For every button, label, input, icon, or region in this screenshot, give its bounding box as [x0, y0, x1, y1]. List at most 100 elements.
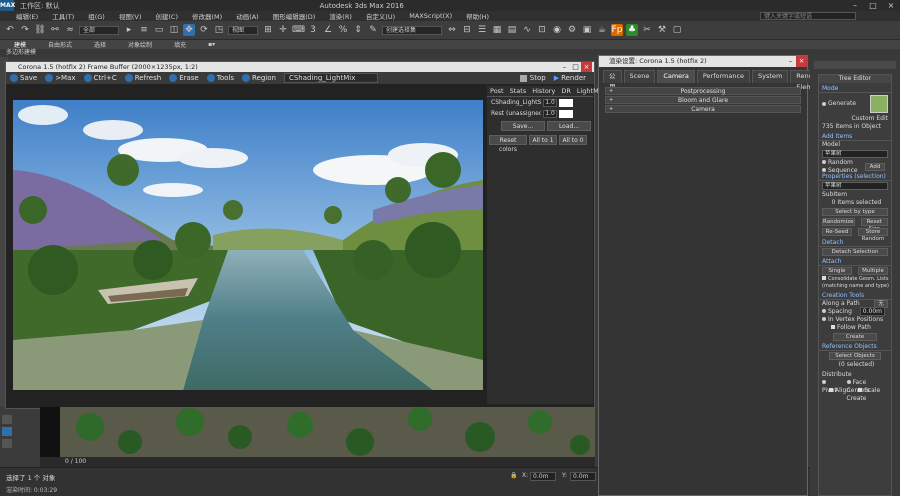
tab-performance[interactable]: Performance [696, 70, 751, 83]
scale-checkbox[interactable]: Scale [858, 387, 880, 395]
select-move-icon[interactable]: ✥ [183, 24, 195, 36]
tab-modeling[interactable]: 建模 [14, 40, 26, 49]
scene-explorer-icon[interactable]: ▦ [491, 24, 503, 36]
render-production-icon[interactable]: ☕ [596, 24, 608, 36]
randomize-button[interactable]: Randomize [822, 218, 855, 226]
align-checkbox[interactable]: Align [829, 387, 850, 395]
bottom-viewport-strip[interactable] [40, 407, 595, 457]
add-items-section[interactable]: Add Items [819, 133, 891, 141]
menu-help[interactable]: 帮助(H) [466, 11, 489, 21]
y-coordinate-input[interactable]: 0.0m [570, 472, 596, 481]
lightmix-intensity-input[interactable]: 1.0 [543, 98, 557, 107]
model-dropdown[interactable]: 苹果树 [822, 150, 888, 158]
tab-freeform[interactable]: 自由形式 [48, 40, 72, 49]
tab-history[interactable]: History [529, 86, 558, 96]
tab-post[interactable]: Post [487, 86, 507, 96]
menu-edit[interactable]: 编辑(E) [16, 11, 38, 21]
single-button[interactable]: Single [822, 267, 852, 275]
vfb-tools-button[interactable]: Tools [206, 74, 234, 82]
properties-section[interactable]: Properties (selection) [819, 173, 891, 181]
tab-selection[interactable]: 选择 [94, 40, 106, 49]
vfb-copy-button[interactable]: Ctrl+C [83, 74, 117, 82]
keyboard-shortcut-icon[interactable]: ⌨ [292, 24, 305, 36]
menu-animation[interactable]: 动画(A) [236, 11, 259, 21]
reference-objects-section[interactable]: Reference Objects [819, 343, 891, 351]
lock-icon[interactable]: 🔒 [510, 472, 517, 479]
rollout-bloom-glare[interactable]: + Bloom and Glare [605, 96, 801, 104]
vfb-render-button[interactable]: ▶ Render [554, 74, 586, 82]
menu-tools[interactable]: 工具(T) [52, 11, 74, 21]
render-pipe-icon[interactable]: ⚒ [656, 24, 668, 36]
tab-camera[interactable]: Camera [657, 70, 695, 83]
layer-manager-icon[interactable]: ☰ [476, 24, 488, 36]
rest-color-swatch[interactable] [559, 109, 573, 118]
vfb-refresh-button[interactable]: Refresh [124, 74, 161, 82]
redo-icon[interactable]: ↷ [19, 24, 31, 36]
reseed-button[interactable]: Re-Seed [822, 228, 852, 236]
graphite-icon[interactable]: ▤ [506, 24, 518, 36]
consolidate-checkbox[interactable]: Consolidate Geom. Lists (matching name a… [819, 276, 891, 290]
vfb-close-icon[interactable]: × [581, 62, 592, 72]
select-by-type-button[interactable]: Select by type [822, 208, 888, 216]
max-logo-icon[interactable]: MAX [0, 0, 15, 11]
spacing-radio[interactable] [822, 309, 826, 313]
lightmix-save-button[interactable]: Save... [501, 121, 545, 131]
add-button[interactable]: Add [865, 163, 885, 171]
rest-intensity-input[interactable]: 1.0 [543, 109, 557, 118]
properties-name-field[interactable]: 苹果树 [822, 182, 888, 190]
listener-icon[interactable] [2, 427, 12, 436]
reset-size-button[interactable]: Reset Size [860, 218, 888, 232]
rollout-camera[interactable]: + Camera [605, 105, 801, 113]
attach-section[interactable]: Attach [819, 258, 891, 266]
angle-snap-icon[interactable]: ∠ [322, 24, 334, 36]
material-editor-icon[interactable]: ◉ [551, 24, 563, 36]
viewport-layout-icon[interactable] [2, 439, 12, 448]
percent-snap-icon[interactable]: % [337, 24, 349, 36]
vfb-maximize-icon[interactable]: □ [570, 62, 581, 72]
maxscript-icon[interactable] [2, 415, 12, 424]
close-icon[interactable]: × [882, 0, 900, 11]
menu-create[interactable]: 创建(C) [155, 11, 178, 21]
selection-filter-dropdown[interactable]: 全部 [79, 25, 119, 35]
panel-icon[interactable]: ▢ [671, 24, 683, 36]
select-scale-icon[interactable]: ◳ [213, 24, 225, 36]
rollout-postprocessing[interactable]: + Postprocessing [605, 87, 801, 95]
vfb-erase-button[interactable]: Erase [169, 74, 199, 82]
curve-editor-icon[interactable]: ∿ [521, 24, 533, 36]
vfb-save-button[interactable]: Save [10, 74, 37, 82]
select-rotate-icon[interactable]: ⟳ [198, 24, 210, 36]
align-icon[interactable]: ⊟ [461, 24, 473, 36]
railclone-icon[interactable]: ♣ [626, 24, 638, 36]
link-icon[interactable]: ⛓ [34, 24, 46, 36]
select-by-name-icon[interactable]: ≡ [138, 24, 150, 36]
forest-pack-icon[interactable]: Fp [611, 24, 623, 36]
rsd-close-icon[interactable]: × [796, 56, 807, 67]
tab-populate[interactable]: 填充 [174, 40, 186, 49]
generate-mode-icon[interactable] [870, 95, 888, 113]
generate-radio[interactable] [822, 102, 826, 106]
bind-spacewarp-icon[interactable]: ≈ [64, 24, 76, 36]
vfb-region-button[interactable]: Region [241, 74, 276, 82]
tab-object-paint[interactable]: 对象绘制 [128, 40, 152, 49]
multiple-button[interactable]: Multiple [858, 267, 888, 275]
reset-colors-button[interactable]: Reset colors [489, 135, 527, 153]
vfb-stop-button[interactable]: Stop [519, 74, 546, 82]
tree-editor-icon[interactable]: ✂ [641, 24, 653, 36]
render-setup-icon[interactable]: ⚙ [566, 24, 578, 36]
rsd-minimize-icon[interactable]: – [785, 56, 796, 67]
spinner-snap-icon[interactable]: ⇕ [352, 24, 364, 36]
time-slider[interactable]: 0 / 100 [40, 457, 595, 467]
create-button[interactable]: Create [833, 333, 877, 341]
mirror-icon[interactable]: ⇔ [446, 24, 458, 36]
select-object-icon[interactable]: ▸ [123, 24, 135, 36]
vertex-positions-option[interactable]: In Vertex Positions [819, 316, 891, 324]
minimize-icon[interactable]: – [846, 0, 864, 11]
tab-dr[interactable]: DR [558, 86, 574, 96]
edit-named-selection-icon[interactable]: ✎ [367, 24, 379, 36]
menu-group[interactable]: 组(G) [88, 11, 105, 21]
menu-maxscript[interactable]: MAXScript(X) [409, 12, 452, 20]
maximize-icon[interactable]: □ [864, 0, 882, 11]
rsd-title-bar[interactable]: 渲染设置: Corona 1.5 (hotfix 2) – × [599, 56, 807, 67]
named-selection-dropdown[interactable]: 创建选择集 [382, 25, 442, 35]
tab-scene[interactable]: Scene [623, 70, 656, 83]
